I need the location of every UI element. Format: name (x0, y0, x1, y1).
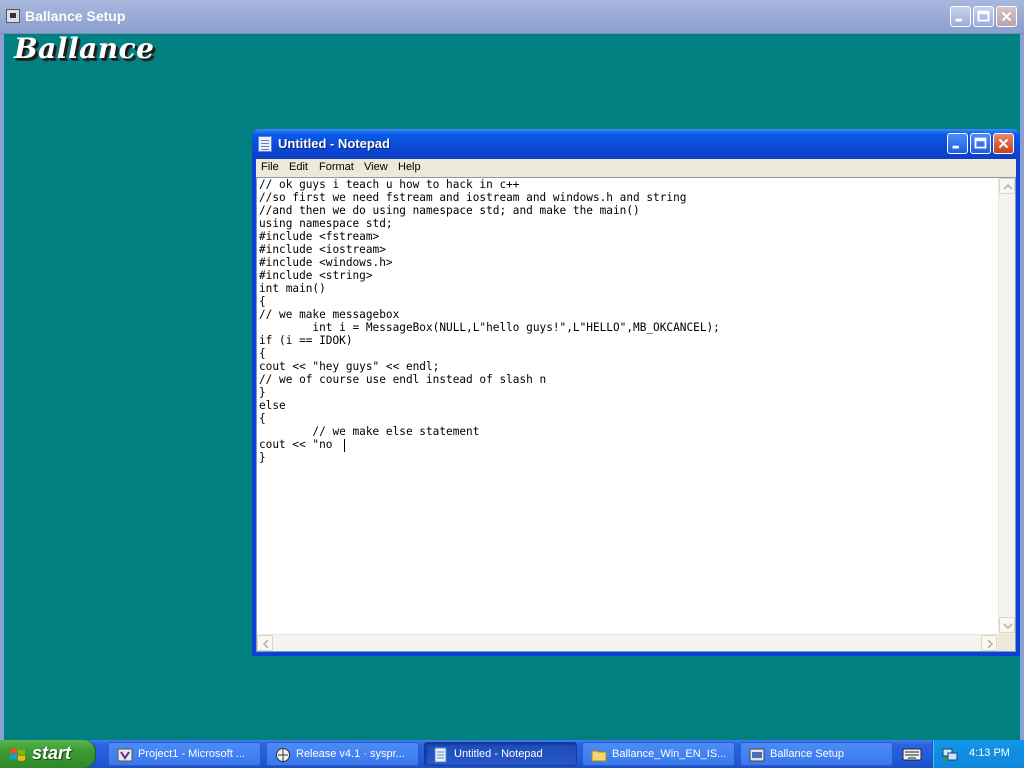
minimize-icon (955, 18, 962, 22)
taskbar-item-label: Ballance_Win_EN_IS... (612, 748, 727, 760)
keyboard-icon[interactable] (900, 744, 924, 764)
maximize-icon (974, 137, 987, 149)
taskbar-item-label: Release v4.1 · syspr... (296, 748, 405, 760)
taskbar-item-label: Project1 - Microsoft ... (138, 748, 245, 760)
notepad-text-content[interactable]: // ok guys i teach u how to hack in c++ … (259, 178, 997, 634)
start-button[interactable]: start (0, 740, 96, 768)
taskbar-item-notepad[interactable]: Untitled - Notepad (424, 742, 577, 766)
setup-maximize-button[interactable] (973, 6, 994, 27)
menu-file[interactable]: File (261, 161, 279, 173)
menu-help[interactable]: Help (398, 161, 421, 173)
notepad-maximize-button[interactable] (970, 133, 991, 154)
setup-window-border-left (0, 34, 4, 740)
scroll-up-button[interactable] (999, 178, 1015, 194)
arrow-down-icon (1003, 623, 1013, 630)
scroll-down-button[interactable] (999, 617, 1015, 633)
taskbar-item-release[interactable]: Release v4.1 · syspr... (266, 742, 419, 766)
clock: 4:13 PM (969, 747, 1010, 759)
close-icon (1001, 11, 1012, 22)
minimize-icon (952, 145, 959, 149)
visual-studio-icon (117, 748, 133, 762)
arrow-right-icon (987, 639, 994, 649)
setup-minimize-button[interactable] (950, 6, 971, 27)
system-tray: 4:13 PM (932, 740, 1024, 768)
close-icon (998, 138, 1009, 149)
browser-icon (276, 748, 290, 762)
scroll-left-button[interactable] (257, 635, 273, 651)
menu-format[interactable]: Format (319, 161, 354, 173)
setup-app-icon (6, 9, 20, 23)
scroll-right-button[interactable] (981, 635, 997, 651)
setup-window-border-right (1020, 34, 1024, 740)
taskbar-item-label: Untitled - Notepad (454, 748, 543, 760)
start-label: start (32, 743, 72, 763)
setup-close-button[interactable] (996, 6, 1017, 27)
horizontal-scrollbar[interactable] (257, 634, 998, 651)
network-icon[interactable] (942, 746, 958, 762)
vertical-scrollbar[interactable] (998, 178, 1015, 634)
taskbar-item-folder[interactable]: Ballance_Win_EN_IS... (582, 742, 735, 766)
setup-window-titlebar[interactable]: Ballance Setup (0, 0, 1024, 34)
notepad-minimize-button[interactable] (947, 133, 968, 154)
notepad-window: Untitled - Notepad File Edit Format View… (252, 129, 1020, 656)
taskbar-item-label: Ballance Setup (770, 748, 844, 760)
notepad-menubar: File Edit Format View Help (256, 159, 1016, 177)
arrow-left-icon (262, 639, 269, 649)
size-grip[interactable] (998, 634, 1015, 651)
menu-view[interactable]: View (364, 161, 388, 173)
notepad-icon (258, 136, 272, 152)
notepad-edit-area[interactable]: // ok guys i teach u how to hack in c++ … (256, 177, 1016, 652)
menu-edit[interactable]: Edit (289, 161, 308, 173)
windows-logo-icon (10, 748, 25, 761)
notepad-icon (434, 747, 447, 763)
maximize-icon (977, 10, 990, 22)
notepad-titlebar[interactable]: Untitled - Notepad (252, 129, 1020, 159)
ballance-logo-text: Ballance (14, 32, 155, 65)
text-caret (344, 439, 345, 452)
folder-icon (591, 750, 607, 762)
setup-window-title: Ballance Setup (25, 8, 126, 24)
setup-icon (749, 748, 765, 762)
notepad-window-title: Untitled - Notepad (278, 136, 390, 151)
taskbar: start Project1 - Microsoft ... Release v… (0, 740, 1024, 768)
notepad-close-button[interactable] (993, 133, 1014, 154)
taskbar-item-ballance-setup[interactable]: Ballance Setup (740, 742, 893, 766)
arrow-up-icon (1003, 183, 1013, 190)
taskbar-item-project1[interactable]: Project1 - Microsoft ... (108, 742, 261, 766)
